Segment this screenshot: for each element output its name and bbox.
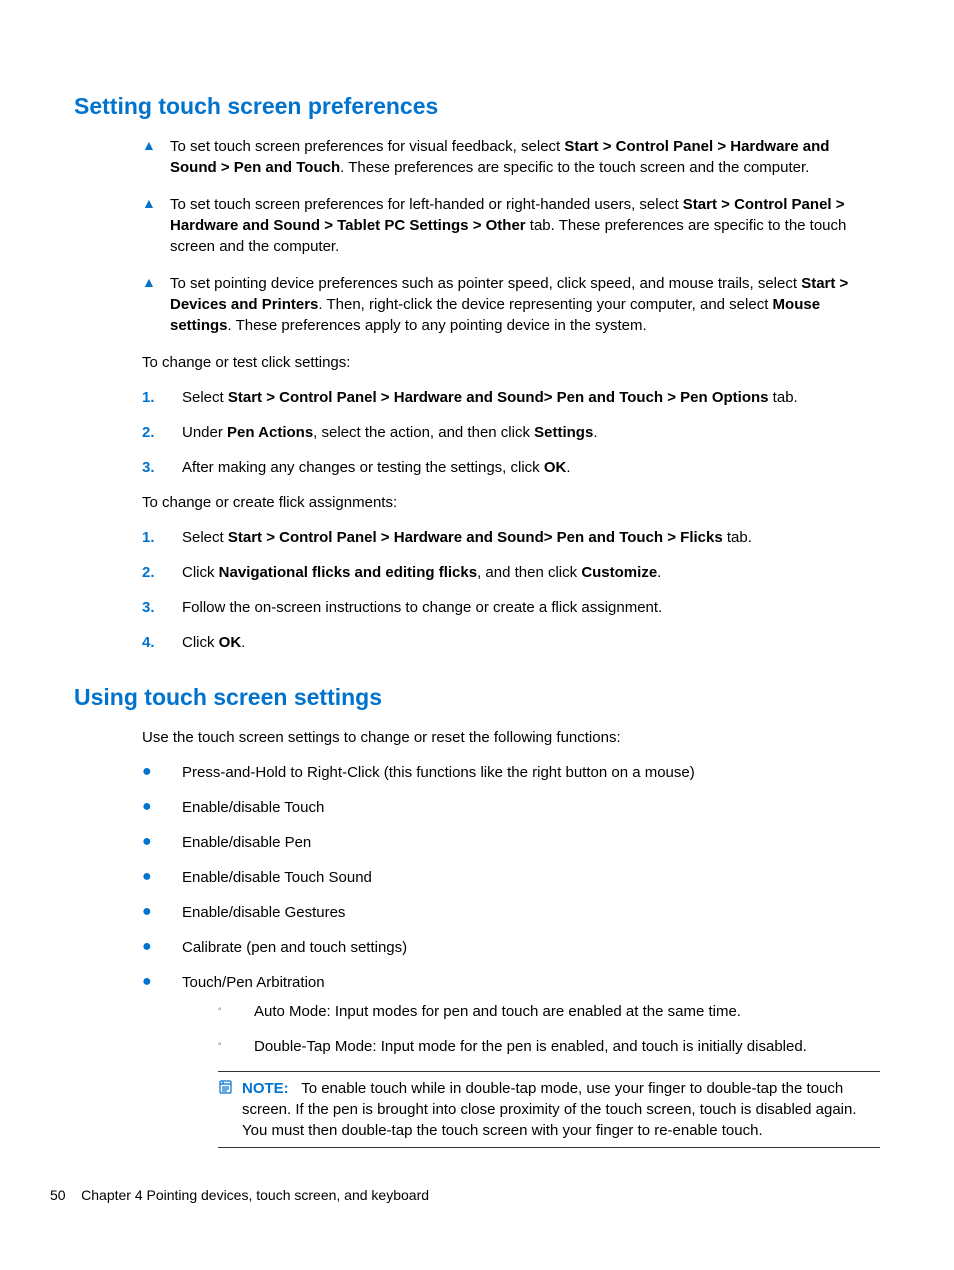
list-number: 2. [142,422,182,443]
body-text: To change or create flick assignments: [142,492,880,513]
body-text: Select Start > Control Panel > Hardware … [182,387,880,408]
list-item: ●Enable/disable Touch [142,797,880,818]
bullet-icon: ● [142,762,182,781]
numbered-list: 1. Select Start > Control Panel > Hardwa… [142,527,880,653]
body-text: Under Pen Actions, select the action, an… [182,422,880,443]
body-text: Click OK. [182,632,880,653]
list-item: ●Calibrate (pen and touch settings) [142,937,880,958]
list-number: 3. [142,457,182,478]
list-number: 4. [142,632,182,653]
bullet-icon: ● [142,937,182,956]
list-number: 3. [142,597,182,618]
bullet-icon: ● [142,797,182,816]
body-text: To change or test click settings: [142,352,880,373]
list-item: ▲ To set touch screen preferences for vi… [142,136,880,178]
note-icon [218,1079,242,1101]
body-text: Enable/disable Touch [182,797,880,818]
body-text: Select Start > Control Panel > Hardware … [182,527,880,548]
body-text: Auto Mode: Input modes for pen and touch… [254,1001,880,1022]
body-text: After making any changes or testing the … [182,457,880,478]
circle-icon: ◦ [218,1001,254,1019]
triangle-icon: ▲ [142,273,170,293]
list-number: 2. [142,562,182,583]
list-item: ▲ To set pointing device preferences suc… [142,273,880,336]
body-text: Touch/Pen Arbitration ◦Auto Mode: Input … [182,972,880,1148]
sub-list: ◦Auto Mode: Input modes for pen and touc… [218,1001,880,1057]
body-text: To set touch screen preferences for visu… [170,136,880,178]
heading-using-settings: Using touch screen settings [74,681,880,713]
body-text: Enable/disable Pen [182,832,880,853]
circle-icon: ◦ [218,1036,254,1054]
list-item: ●Enable/disable Pen [142,832,880,853]
list-item: ◦Auto Mode: Input modes for pen and touc… [218,1001,880,1022]
bullet-icon: ● [142,902,182,921]
bullet-list: ●Press-and-Hold to Right-Click (this fun… [142,762,880,1148]
triangle-icon: ▲ [142,194,170,214]
body-text: Enable/disable Gestures [182,902,880,923]
body-text: To set touch screen preferences for left… [170,194,880,257]
bullet-icon: ● [142,972,182,991]
note-callout: NOTE: To enable touch while in double-ta… [218,1071,880,1148]
list-item: ●Enable/disable Gestures [142,902,880,923]
bullet-icon: ● [142,832,182,851]
list-item: ● Touch/Pen Arbitration ◦Auto Mode: Inpu… [142,972,880,1148]
list-item: ●Enable/disable Touch Sound [142,867,880,888]
page-number: 50 [50,1187,66,1203]
triangle-icon: ▲ [142,136,170,156]
list-item: 3. Follow the on-screen instructions to … [142,597,880,618]
list-item: ◦Double-Tap Mode: Input mode for the pen… [218,1036,880,1057]
numbered-list: 1. Select Start > Control Panel > Hardwa… [142,387,880,478]
list-item: 2. Under Pen Actions, select the action,… [142,422,880,443]
list-item: 3. After making any changes or testing t… [142,457,880,478]
body-text: Calibrate (pen and touch settings) [182,937,880,958]
list-item: 4. Click OK. [142,632,880,653]
body-text: Follow the on-screen instructions to cha… [182,597,880,618]
body-text: Use the touch screen settings to change … [142,727,880,748]
list-item: ●Press-and-Hold to Right-Click (this fun… [142,762,880,783]
list-number: 1. [142,527,182,548]
list-item: 2. Click Navigational flicks and editing… [142,562,880,583]
note-text: NOTE: To enable touch while in double-ta… [242,1078,880,1141]
heading-setting-preferences: Setting touch screen preferences [74,90,880,122]
list-item: 1. Select Start > Control Panel > Hardwa… [142,387,880,408]
body-text: Enable/disable Touch Sound [182,867,880,888]
body-text: To set pointing device preferences such … [170,273,880,336]
list-item: ▲ To set touch screen preferences for le… [142,194,880,257]
body-text: Click Navigational flicks and editing fl… [182,562,880,583]
body-text: Press-and-Hold to Right-Click (this func… [182,762,880,783]
triangle-list: ▲ To set touch screen preferences for vi… [142,136,880,336]
bullet-icon: ● [142,867,182,886]
list-number: 1. [142,387,182,408]
body-text: Double-Tap Mode: Input mode for the pen … [254,1036,880,1057]
document-page: Setting touch screen preferences ▲ To se… [0,0,954,1270]
page-footer: 50 Chapter 4 Pointing devices, touch scr… [50,1186,429,1206]
list-item: 1. Select Start > Control Panel > Hardwa… [142,527,880,548]
chapter-label: Chapter 4 Pointing devices, touch screen… [81,1187,429,1203]
